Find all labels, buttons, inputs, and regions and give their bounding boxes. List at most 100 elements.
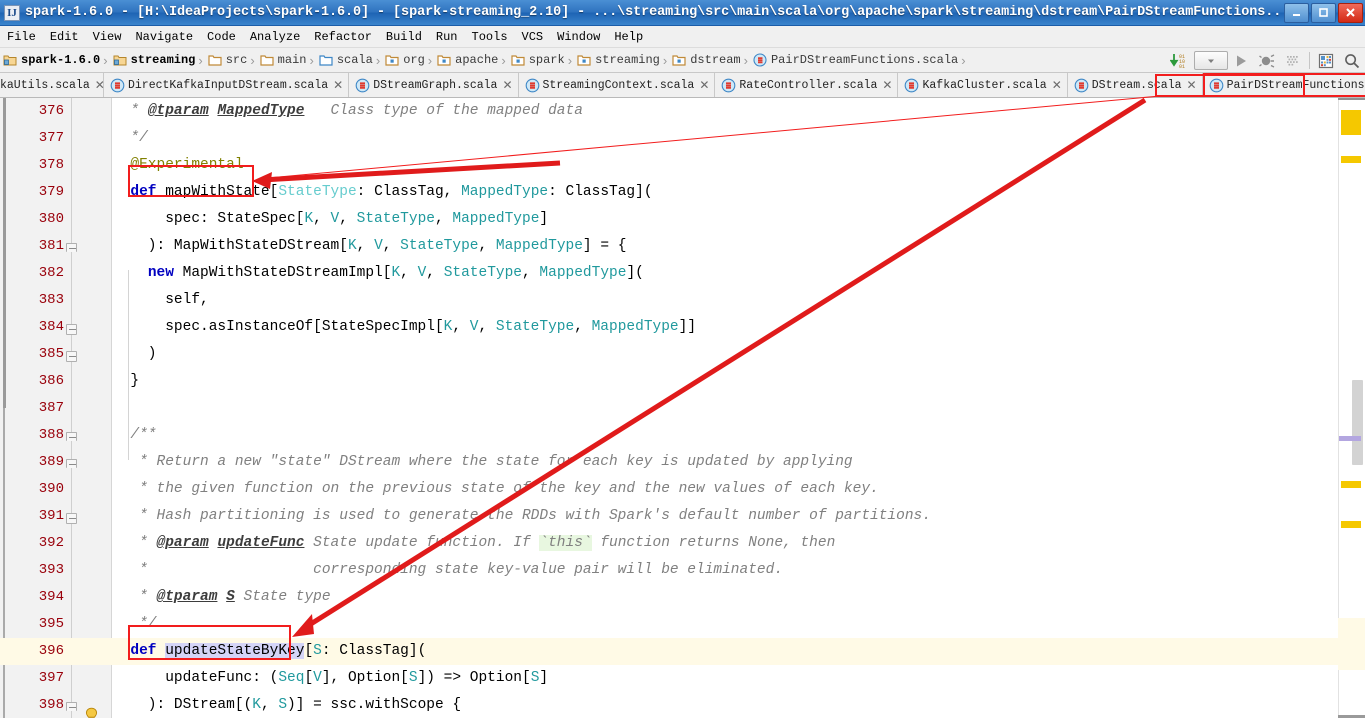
breadcrumb-item-src[interactable]: src	[205, 53, 249, 67]
line-number: 388	[38, 427, 64, 443]
breadcrumb-separator-icon: ›	[198, 52, 203, 68]
breadcrumb-item-file[interactable]: PairDStreamFunctions.scala	[750, 53, 959, 67]
run-configuration-dropdown[interactable]	[1194, 51, 1228, 70]
code-line[interactable]: 390 * the given function on the previous…	[0, 476, 1365, 503]
debug-icon[interactable]	[1254, 50, 1280, 72]
code-line[interactable]: 376 * @tparam MappedType Class type of t…	[0, 98, 1365, 125]
close-icon[interactable]: ✕	[699, 79, 709, 91]
coverage-icon[interactable]	[1280, 50, 1306, 72]
code-line[interactable]: 377 */	[0, 125, 1365, 152]
warning-marker[interactable]	[1341, 521, 1361, 528]
line-number: 381	[38, 238, 64, 254]
sort-numeric-icon[interactable]: 01 10 01	[1168, 50, 1194, 72]
line-content: * the given function on the previous sta…	[113, 481, 879, 497]
code-line[interactable]: 379 def mapWithState[StateType: ClassTag…	[0, 179, 1365, 206]
close-icon[interactable]: ✕	[1187, 79, 1197, 91]
menu-refactor[interactable]: Refactor	[307, 28, 379, 46]
breadcrumb-item-streaming[interactable]: streaming	[574, 53, 661, 67]
line-content: def mapWithState[StateType: ClassTag, Ma…	[130, 184, 653, 200]
editor-tab-pairdstreamfunctions[interactable]: PairDStreamFunctions.scala ✕	[1202, 73, 1365, 97]
close-icon[interactable]: ✕	[502, 79, 512, 91]
menu-code[interactable]: Code	[200, 28, 243, 46]
close-icon[interactable]: ✕	[1052, 79, 1062, 91]
code-line[interactable]: 387	[0, 395, 1365, 422]
tab-label: DStream.scala	[1091, 78, 1182, 92]
menu-build[interactable]: Build	[379, 28, 429, 46]
menu-vcs[interactable]: VCS	[515, 28, 551, 46]
editor-marker-bar[interactable]	[1338, 98, 1365, 718]
project-structure-icon[interactable]	[1313, 50, 1339, 72]
breadcrumb-item-main[interactable]: main	[257, 53, 308, 67]
code-line[interactable]: 393 * corresponding state key-value pair…	[0, 557, 1365, 584]
code-line[interactable]: 394 * @tparam S State type	[0, 584, 1365, 611]
breadcrumb-item-dstream[interactable]: dstream	[669, 53, 741, 67]
code-line[interactable]: 392 * @param updateFunc State update fun…	[0, 530, 1365, 557]
menu-edit[interactable]: Edit	[43, 28, 86, 46]
breadcrumb-item-spark[interactable]: spark	[508, 53, 566, 67]
editor-tab-kafkacluster[interactable]: KafkaCluster.scala ✕	[898, 73, 1068, 97]
line-content: * @tparam S State type	[113, 589, 331, 605]
menu-navigate[interactable]: Navigate	[128, 28, 200, 46]
info-marker[interactable]	[1339, 436, 1361, 441]
editor-tab-dstream[interactable]: DStream.scala ✕	[1067, 73, 1203, 97]
code-line[interactable]: 381 ): MapWithStateDStream[K, V, StateTy…	[0, 233, 1365, 260]
editor-tab-streamingcontext[interactable]: StreamingContext.scala ✕	[518, 73, 716, 97]
code-line[interactable]: 385 )	[0, 341, 1365, 368]
code-line[interactable]: 398 ): DStream[(K, S)] = ssc.withScope {	[0, 692, 1365, 718]
breadcrumb-label: spark	[528, 53, 565, 67]
breadcrumb-item-module[interactable]: streaming	[110, 53, 197, 67]
line-content: )	[113, 346, 157, 362]
run-icon[interactable]	[1228, 50, 1254, 72]
code-line[interactable]: 388 /**	[0, 422, 1365, 449]
breadcrumb-label: spark-1.6.0	[21, 53, 101, 67]
menu-file[interactable]: File	[0, 28, 43, 46]
breadcrumb-item-project[interactable]: spark-1.6.0	[0, 53, 101, 67]
code-line[interactable]: 386 }	[0, 368, 1365, 395]
breadcrumb-separator-icon: ›	[961, 52, 966, 68]
editor-vertical-scrollbar-thumb[interactable]	[1352, 380, 1363, 465]
code-line[interactable]: 397 updateFunc: (Seq[V], Option[S]) => O…	[0, 665, 1365, 692]
svg-text:01: 01	[1179, 64, 1185, 70]
search-icon[interactable]	[1339, 50, 1365, 72]
breadcrumb-item-scala[interactable]: scala	[316, 53, 374, 67]
editor-tab-dstreamgraph[interactable]: DStreamGraph.scala ✕	[349, 73, 519, 97]
code-line[interactable]: 378 @Experimental	[0, 152, 1365, 179]
package-icon	[577, 55, 591, 66]
line-number: 393	[38, 562, 64, 578]
line-number: 384	[38, 319, 64, 335]
breadcrumb-label: streaming	[130, 53, 196, 67]
breadcrumb-item-apache[interactable]: apache	[434, 53, 499, 67]
code-line-caret[interactable]: 396 def updateStateByKey[S: ClassTag](	[0, 638, 1365, 665]
code-line[interactable]: 395 */	[0, 611, 1365, 638]
menu-tools[interactable]: Tools	[465, 28, 515, 46]
editor-tab-directkafkainputdstream[interactable]: DirectKafkaInputDStream.scala ✕	[104, 73, 350, 97]
maximize-button[interactable]	[1311, 2, 1336, 23]
editor-tab-kafkautils[interactable]: kaUtils.scala ✕	[0, 73, 105, 97]
code-line[interactable]: 391 * Hash partitioning is used to gener…	[0, 503, 1365, 530]
code-line[interactable]: 380 spec: StateSpec[K, V, StateType, Map…	[0, 206, 1365, 233]
close-icon[interactable]: ✕	[882, 79, 892, 91]
menu-run[interactable]: Run	[429, 28, 465, 46]
editor-tab-ratecontroller[interactable]: RateController.scala ✕	[715, 73, 899, 97]
scala-class-icon	[905, 78, 919, 92]
menu-help[interactable]: Help	[607, 28, 650, 46]
code-line[interactable]: 384 spec.asInstanceOf[StateSpecImpl[K, V…	[0, 314, 1365, 341]
code-line[interactable]: 383 self,	[0, 287, 1365, 314]
package-icon	[672, 55, 686, 66]
menu-window[interactable]: Window	[550, 28, 607, 46]
scala-class-icon	[110, 78, 125, 92]
breadcrumb-item-org[interactable]: org	[382, 53, 426, 67]
warning-marker[interactable]	[1341, 481, 1361, 488]
line-number: 397	[38, 670, 64, 686]
warning-marker[interactable]	[1341, 156, 1361, 163]
close-icon[interactable]: ✕	[333, 79, 343, 91]
code-line[interactable]: 382 new MapWithStateDStreamImpl[K, V, St…	[0, 260, 1365, 287]
line-number: 389	[38, 454, 64, 470]
warning-marker[interactable]	[1341, 110, 1361, 135]
menu-view[interactable]: View	[86, 28, 129, 46]
close-button[interactable]	[1338, 2, 1363, 23]
code-editor[interactable]: 376 * @tparam MappedType Class type of t…	[0, 98, 1365, 718]
menu-analyze[interactable]: Analyze	[243, 28, 307, 46]
code-line[interactable]: 389 * Return a new "state" DStream where…	[0, 449, 1365, 476]
minimize-button[interactable]	[1284, 2, 1309, 23]
